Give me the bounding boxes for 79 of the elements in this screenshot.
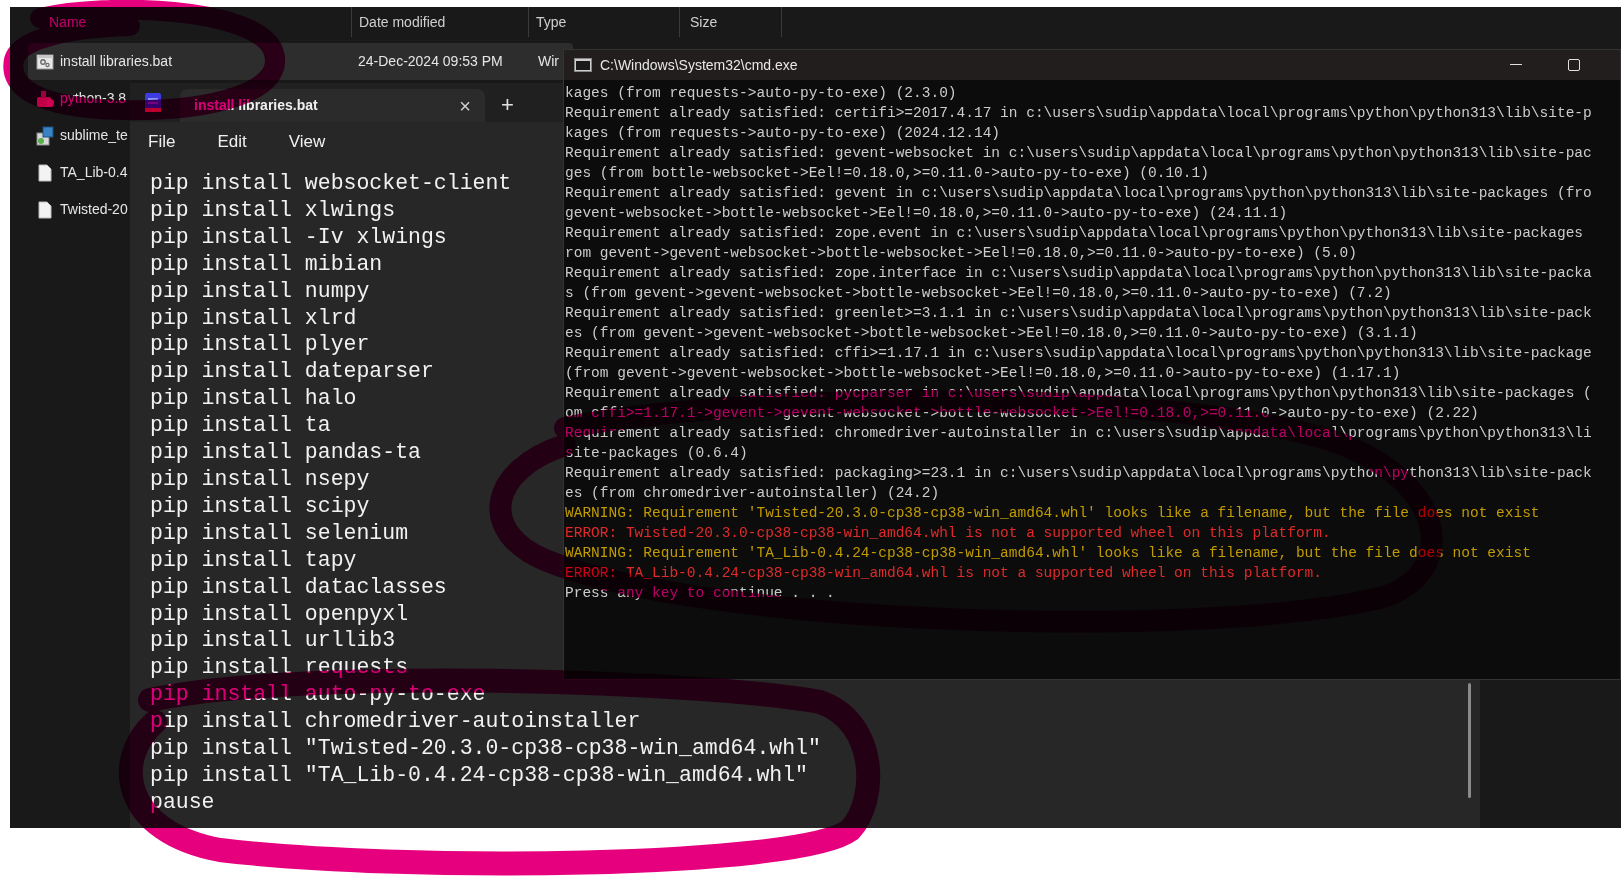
console-line: Requirement already satisfied: packaging>=23.1 in c:\users\sudip\appdata\local\programs\python\python313\lib\site-pack bbox=[565, 464, 1592, 483]
code-line: pip install pandas-ta bbox=[150, 439, 421, 466]
file-row[interactable]: TA_Lib-0.4 bbox=[28, 154, 128, 191]
file-row[interactable]: sublime_te bbox=[28, 117, 128, 154]
console-line: Requirement already satisfied: zope.event in c:\users\sudip\appdata\local\programs\python\python313\lib\site-packages bbox=[565, 224, 1584, 243]
date-modified: 24-Dec-2024 09:53 PM bbox=[358, 52, 504, 71]
menu-item[interactable]: View bbox=[282, 129, 332, 155]
file-name: Twisted-20 bbox=[60, 200, 128, 219]
file-name: TA_Lib-0.4 bbox=[60, 163, 128, 182]
code-line: pip install ta bbox=[150, 412, 331, 440]
code-line: pip install chromedriver-autoinstaller bbox=[150, 708, 641, 736]
code-line: pip install halo bbox=[150, 385, 357, 413]
console-line: rom gevent->gevent-websocket->bottle-websocket->Eel!=0.18.0,>=0.11.0->auto-py-to-exe) (5.0) bbox=[565, 244, 1357, 263]
console-line: kages (from requests->auto-py-to-exe) (2.3.0) bbox=[565, 84, 957, 103]
console-line: Requirement already satisfied: cffi>=1.17.1 in c:\users\sudip\appdata\local\programs\python\python313\lib\site-package bbox=[565, 344, 1592, 363]
console-line: site-packages (0.6.4) bbox=[565, 444, 748, 463]
console-line: Requirement already satisfied: gevent-websocket in c:\users\sudip\appdata\local\programs\python\python313\lib\site-pac bbox=[565, 144, 1592, 163]
blank-file-icon bbox=[38, 200, 52, 219]
code-line: pip install nsepy bbox=[150, 465, 370, 493]
file-name: sublime_te bbox=[60, 126, 128, 145]
console-line: s (from gevent->gevent-websocket->bottle-websocket->Eel!=0.18.0,>=0.11.0->auto-py-to-exe) (7.2) bbox=[565, 284, 1392, 303]
column-header[interactable]: Date modified bbox=[359, 11, 446, 33]
code-line: pip install plyer bbox=[150, 331, 370, 359]
code-line: pip install tapy bbox=[150, 546, 357, 574]
console-line: kages (from requests->auto-py-to-exe) (2024.12.14) bbox=[565, 124, 1001, 143]
code-line: pip install xlwings bbox=[150, 196, 396, 224]
console-line: es (from gevent->gevent-websocket->bottle-websocket->Eel!=0.18.0,>=0.11.0->auto-py-to-exe) (3.1.1) bbox=[565, 324, 1418, 343]
code-line: pip install requests bbox=[150, 654, 409, 682]
gear-file-icon bbox=[36, 53, 54, 70]
console-line: Press any key to continue . . . bbox=[565, 584, 835, 603]
menu-item[interactable]: File bbox=[142, 129, 182, 155]
console-line: Requirement already satisfied: chromedriver-autoinstaller in c:\users\sudip\appdata\local\programs\python\python313\li bbox=[565, 424, 1592, 443]
close-tab-button[interactable]: × bbox=[459, 95, 471, 116]
console-line: WARNING: Requirement 'TA_Lib-0.4.24-cp38-cp38-win_amd64.whl' looks like a filename, but the file does not exist bbox=[565, 544, 1531, 563]
code-line: pip install -Iv xlwings bbox=[150, 223, 447, 251]
column-header[interactable]: Type bbox=[536, 11, 567, 33]
code-line: pip install numpy bbox=[150, 277, 370, 305]
maximize-icon[interactable] bbox=[1568, 59, 1580, 71]
console-line: om cffi>=1.17.1->gevent->gevent-websocket->bottle-websocket->Eel!=0.18.0,>=0.11.0->auto-py-to-exe) (2.22) bbox=[565, 404, 1479, 423]
code-line: pip install mibian bbox=[150, 250, 383, 278]
console-line: Requirement already satisfied: zope.interface in c:\users\sudip\appdata\local\programs\python\python313\lib\site-packa bbox=[565, 264, 1592, 283]
file-row[interactable]: install libraries.bat 24-Dec-2024 09:53 PM Wir bbox=[28, 43, 573, 80]
console-line: gevent-websocket->bottle-websocket->Eel!=0.18.0,>=0.11.0->auto-py-to-exe) (24.11.1) bbox=[565, 204, 1288, 223]
file-name: python-3.8 bbox=[60, 89, 127, 108]
setup-package-icon bbox=[35, 125, 55, 146]
window-title: C:\Windows\System32\cmd.exe bbox=[600, 55, 798, 75]
console-line: ERROR: Twisted-20.3.0-cp38-cp38-win_amd64.whl is not a supported wheel on this platform. bbox=[565, 524, 1331, 543]
menu-item[interactable]: Edit bbox=[211, 129, 253, 155]
code-line: pip install auto-py-to-exe bbox=[150, 681, 486, 709]
code-line: pip install "Twisted-20.3.0-cp38-cp38-win_amd64.whl" bbox=[150, 735, 821, 762]
console-line: Requirement already satisfied: certifi>=2017.4.17 in c:\users\sudip\appdata\local\programs\python\python313\lib\site-p bbox=[565, 104, 1592, 123]
console-line: ERROR: TA_Lib-0.4.24-cp38-cp38-win_amd64.whl is not a supported wheel on this platform. bbox=[565, 564, 1323, 583]
console-icon bbox=[574, 58, 592, 72]
new-tab-button[interactable]: + bbox=[501, 94, 514, 116]
code-line: pip install dateparser bbox=[150, 358, 434, 386]
code-line: pip install scipy bbox=[150, 492, 370, 520]
console-line: es (from chromedriver-autoinstaller) (24.2) bbox=[565, 484, 940, 503]
file-row[interactable]: python-3.8 bbox=[28, 80, 128, 117]
minimize-icon[interactable] bbox=[1510, 64, 1522, 66]
column-header[interactable]: Size bbox=[690, 11, 718, 33]
console-line: WARNING: Requirement 'Twisted-20.3.0-cp38-cp38-win_amd64.whl' looks like a filename, but the file does not exist bbox=[565, 504, 1540, 523]
console-line: ges (from bottle-websocket->Eel!=0.18.0,>=0.11.0->auto-py-to-exe) (0.10.1) bbox=[565, 164, 1209, 183]
code-line: pip install dataclasses bbox=[150, 573, 447, 601]
console-line: Requirement already satisfied: gevent in c:\users\sudip\appdata\local\programs\python\python313\lib\site-packages (fro bbox=[565, 184, 1592, 203]
console-line: Requirement already satisfied: pycparser in c:\users\sudip\appdata\local\programs\python\python313\lib\site-packages ( bbox=[565, 384, 1592, 403]
console-line: Requirement already satisfied: greenlet>=3.1.1 in c:\users\sudip\appdata\local\programs\python\python313\lib\site-pack bbox=[565, 304, 1592, 323]
code-line: pause bbox=[150, 788, 215, 816]
file-type: Wir bbox=[538, 52, 559, 71]
file-name: install libraries.bat bbox=[60, 52, 174, 71]
code-line: pip install websocket-client bbox=[150, 170, 512, 197]
code-line: pip install xlrd bbox=[150, 304, 357, 332]
code-line: pip install "TA_Lib-0.4.24-cp38-cp38-win_amd64.whl" bbox=[150, 761, 808, 789]
code-line: pip install selenium bbox=[150, 519, 409, 547]
code-line: pip install urllib3 bbox=[150, 627, 396, 655]
code-line: pip install openpyxl bbox=[150, 600, 409, 628]
scrollbar[interactable] bbox=[1468, 683, 1471, 798]
blank-file-icon bbox=[38, 163, 52, 182]
console-line: (from gevent->gevent-websocket->bottle-websocket->Eel!=0.18.0,>=0.11.0->auto-py-to-exe) (1.17.1) bbox=[565, 364, 1401, 383]
file-row[interactable]: Twisted-20 bbox=[28, 191, 128, 228]
